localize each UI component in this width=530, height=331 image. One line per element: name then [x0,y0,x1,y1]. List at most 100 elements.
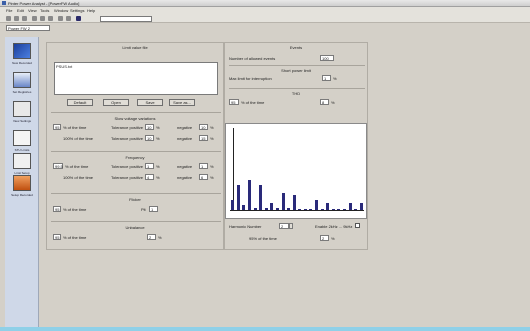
frequency-row2-pos-input[interactable]: 4 [145,174,154,180]
enable-2khz-checkbox[interactable] [355,223,360,228]
menu-view[interactable]: View [28,8,37,13]
unbalance-limit-input[interactable]: 2 [147,234,156,240]
unbalance-label: % of the time [63,235,87,240]
harmonic-bar [281,192,285,210]
menu-tools[interactable]: Tools [40,8,49,13]
slow-voltage-row2-neg-label: negative [177,136,193,141]
harmonic-bar [309,208,313,210]
zoom-icon[interactable] [66,16,71,21]
thd-label: % of the time [241,100,265,105]
divider [51,193,221,194]
sidebar-item-new-recorded[interactable]: New Recorded [7,41,37,69]
open-button[interactable]: Open [103,99,129,106]
unit-label: % [331,236,335,241]
harmonic-percent-input[interactable]: 2 [320,235,329,241]
slow-voltage-row1-neg-input[interactable]: 10 [199,124,208,130]
copy-icon[interactable] [40,16,45,21]
frequency-row2-neg-label: negative [177,175,193,180]
slow-voltage-title: Slow voltage variations [114,116,156,121]
slow-voltage-percent-input[interactable]: 95 [53,124,61,130]
sidebar-item-view-settings[interactable]: View Settings [7,99,37,127]
harmonic-bar [270,202,274,210]
frequency-row1-pos-input[interactable]: 1 [145,163,154,169]
slow-voltage-row1-neg-label: negative [177,125,193,130]
slow-voltage-row2-neg-input[interactable]: 15 [199,135,208,141]
flicker-title: Flicker [129,197,141,202]
menu-help[interactable]: Help [87,8,95,13]
unbalance-title: Unbalance [125,225,145,230]
limits-panel: Limit value file PSUS.txt Default Open S… [46,42,224,250]
title-bar: Pinter Power Analyst - [PowerFW Audio] [0,0,530,7]
slow-voltage-row1-pos-input[interactable]: 10 [145,124,154,130]
harmonic-number-spinner[interactable] [289,223,293,229]
unit-label: % [156,175,160,180]
menu-file[interactable]: File [6,8,12,13]
document-selector[interactable]: Power FW 2 [6,25,50,31]
divider [51,151,221,152]
harmonic-bar [354,208,358,210]
harmonic-bar [315,200,319,210]
cut-icon[interactable] [32,16,37,21]
chart-baseline [230,210,364,211]
flicker-percent-input[interactable]: 95 [53,206,61,212]
unit-label: % [156,164,160,169]
frequency-row1-neg-input[interactable]: 1 [199,163,208,169]
thd-percent-input[interactable]: 95 [229,99,239,105]
divider [51,112,221,113]
save-button[interactable]: Save [137,99,163,106]
short-power-label: Max limit for interruption [229,76,272,81]
sidebar-item-setup-recorded[interactable]: Setup Recorded [7,173,37,201]
frequency-percent-input[interactable]: 99.5 [53,163,63,169]
harmonic-bar [275,207,279,210]
harmonic-number-label: Harmonic Number [229,224,262,229]
harmonic-bar [359,202,363,210]
harmonic-bar [303,208,307,210]
plt-input[interactable]: 1 [149,206,158,212]
sidebar-item-set-registries[interactable]: Set Registries [7,70,37,98]
window-title: Pinter Power Analyst - [PowerFW Audio] [8,1,80,6]
paste-icon[interactable] [48,16,53,21]
short-power-input[interactable]: 1 [322,75,331,81]
unbalance-percent-input[interactable]: 95 [53,234,61,240]
recorder-icon [13,175,31,191]
menu-edit[interactable]: Edit [17,8,24,13]
unit-label: % [210,175,214,180]
default-button[interactable]: Default [67,99,93,106]
harmonic-bar [236,185,240,210]
enable-2khz-label: Enable 2kHz ... 9kHz [315,224,353,229]
events-panel: Events Number of allowed events 100 Shor… [224,42,368,250]
unit-label: % [158,235,162,240]
wave-icon [13,130,31,146]
harmonic-bar [292,195,296,210]
unit-label: % [210,125,214,130]
sidebar-item-label: Setup Recorded [11,193,33,197]
limit-file-box[interactable]: PSUS.txt [54,62,218,95]
thd-limit-input[interactable]: 8 [320,99,329,105]
harmonic-bar [337,208,341,210]
toolbar-combo[interactable] [100,16,152,22]
open-icon[interactable] [14,16,19,21]
harmonic-bar [320,208,324,210]
sidebar-item-label: New Recorded [12,61,32,65]
frequency-row1-pos-label: Tolerance positive [111,164,144,169]
harmonic-bar [287,207,291,210]
harmonic-number-input[interactable]: 2 [279,223,289,229]
monitor-icon [13,43,31,59]
save-as-button[interactable]: Save as... [169,99,195,106]
frequency-row2-label: 100% of the time [63,175,94,180]
unit-label: % [333,76,337,81]
events-count-input[interactable]: 100 [320,55,334,61]
frequency-row2-neg-input[interactable]: 6 [199,174,208,180]
menu-window[interactable]: Window [54,8,68,13]
save-icon[interactable] [22,16,27,21]
harmonic-percent-label: 95% of the time [249,236,277,241]
help-icon[interactable] [76,16,81,21]
slow-voltage-row2-label: 100% of the time [63,136,94,141]
slow-voltage-row2-pos-input[interactable]: 10 [145,135,154,141]
harmonic-bar [331,208,335,210]
menu-settings[interactable]: Settings [70,8,84,13]
chart-icon [13,72,31,88]
sidebar-item-label: Set Registries [12,90,32,94]
new-icon[interactable] [6,16,11,21]
print-icon[interactable] [58,16,63,21]
